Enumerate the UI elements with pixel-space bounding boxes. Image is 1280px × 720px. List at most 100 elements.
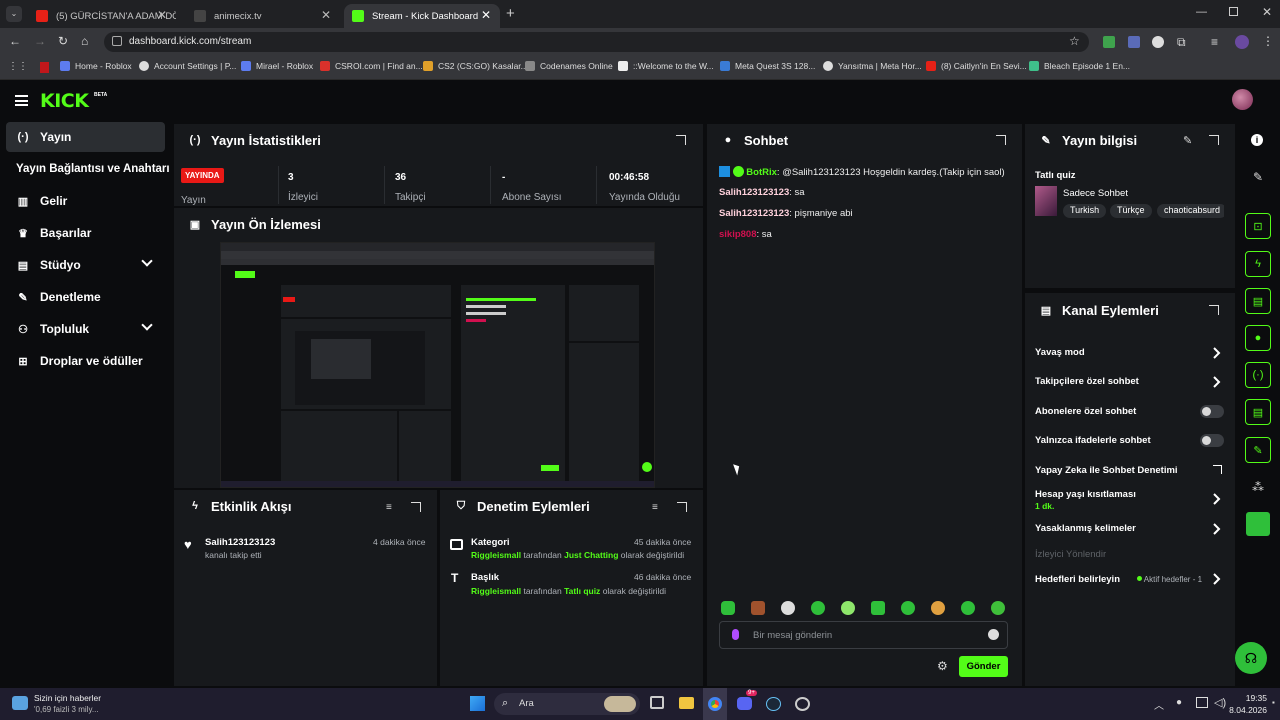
- emote-button[interactable]: [901, 601, 915, 615]
- chevron-right-icon[interactable]: [1213, 573, 1221, 585]
- chevron-right-icon[interactable]: [1213, 347, 1221, 359]
- browser-tab-kick[interactable]: Stream - Kick Dashboard ✕: [344, 4, 500, 28]
- rail-button-add-widget[interactable]: [1246, 512, 1270, 536]
- chevron-right-icon[interactable]: [1213, 376, 1221, 388]
- roblox-icon[interactable]: [40, 62, 49, 73]
- stream-tag[interactable]: Turkish: [1063, 204, 1107, 218]
- tray-chevron-icon[interactable]: ︿: [1154, 697, 1164, 712]
- profile-avatar[interactable]: [1235, 35, 1249, 49]
- popout-icon[interactable]: [676, 135, 686, 145]
- close-tab-icon[interactable]: ✕: [157, 8, 167, 22]
- new-tab-button[interactable]: +: [506, 5, 515, 22]
- close-window-button[interactable]: ✕: [1262, 5, 1272, 19]
- edit-icon[interactable]: ✎: [1183, 134, 1192, 147]
- rail-button-shield[interactable]: ▤: [1245, 288, 1271, 314]
- sidebar-item-yayin[interactable]: (·) Yayın: [6, 122, 165, 152]
- action-account-age[interactable]: Hesap yaşı kısıtlaması: [1035, 489, 1225, 500]
- popout-icon[interactable]: [411, 502, 421, 512]
- chat-input[interactable]: Bir mesaj gönderin: [719, 621, 1008, 649]
- action-slow-mode[interactable]: Yavaş mod: [1035, 347, 1225, 358]
- extension-icon-2[interactable]: [1128, 36, 1140, 48]
- start-button[interactable]: [470, 696, 485, 711]
- weather-icon[interactable]: [12, 696, 28, 710]
- stream-tag[interactable]: Türkçe: [1110, 204, 1152, 218]
- browser-menu-icon[interactable]: ⋮: [1262, 34, 1274, 48]
- file-explorer-icon[interactable]: [679, 697, 694, 709]
- share-icon[interactable]: ⁂: [1251, 480, 1265, 494]
- reading-list-icon[interactable]: ≡: [1211, 35, 1218, 49]
- back-icon[interactable]: ←: [9, 34, 21, 48]
- emote-button[interactable]: [751, 601, 765, 615]
- bookmark-item[interactable]: CSROI.com | Find an...: [320, 61, 423, 71]
- close-tab-icon[interactable]: ✕: [321, 8, 331, 22]
- steam-icon[interactable]: [766, 697, 781, 711]
- home-icon[interactable]: ⌂: [81, 34, 88, 48]
- bookmark-item[interactable]: (8) Caitlyn'in En Sevi...: [926, 61, 1027, 71]
- discord-icon[interactable]: [737, 697, 752, 710]
- bookmark-item[interactable]: CS2 (CS:GO) Kasalar...: [423, 61, 528, 71]
- extensions-icon[interactable]: ⧉: [1177, 35, 1186, 50]
- action-banned-words[interactable]: Yasaklanmış kelimeler: [1035, 523, 1225, 534]
- rail-button-broadcast[interactable]: (·): [1245, 362, 1271, 388]
- stream-preview-video[interactable]: [220, 242, 655, 488]
- bookmark-star-icon[interactable]: ☆: [1069, 34, 1080, 48]
- filter-icon[interactable]: ≡: [652, 502, 658, 513]
- close-tab-icon[interactable]: ✕: [481, 8, 491, 22]
- sidebar-item-studyo[interactable]: ▤ Stüdyo: [6, 250, 165, 280]
- bookmark-item[interactable]: Home - Roblox: [60, 61, 132, 71]
- info-icon[interactable]: i: [1251, 134, 1263, 146]
- tab-search-button[interactable]: ⌄: [6, 6, 22, 22]
- send-button[interactable]: Gönder: [959, 656, 1008, 677]
- emote-button[interactable]: [961, 601, 975, 615]
- bookmark-item[interactable]: Yansıtma | Meta Hor...: [823, 61, 922, 71]
- minimize-button[interactable]: —: [1196, 6, 1207, 18]
- taskbar-search[interactable]: ⌕ Ara: [494, 693, 640, 715]
- subscribers-only-toggle[interactable]: [1200, 405, 1224, 418]
- bookmark-item[interactable]: Meta Quest 3S 128...: [720, 61, 815, 71]
- microphone-tray-icon[interactable]: ●: [1176, 697, 1182, 708]
- chat-username[interactable]: Salih123123123: [719, 208, 789, 219]
- emoji-icon[interactable]: [988, 629, 999, 640]
- notification-icon[interactable]: ▪: [1272, 698, 1275, 707]
- extension-icon-3[interactable]: [1152, 36, 1164, 48]
- popout-icon[interactable]: [677, 502, 687, 512]
- sidebar-item-basarilar[interactable]: ♛ Başarılar: [6, 218, 165, 248]
- emote-only-toggle[interactable]: [1200, 434, 1224, 447]
- extension-icon-1[interactable]: [1103, 36, 1115, 48]
- chat-username[interactable]: Salih123123123: [719, 187, 789, 198]
- action-followers-only[interactable]: Takipçilere özel sohbet: [1035, 376, 1225, 387]
- rail-button-channel[interactable]: ▤: [1245, 399, 1271, 425]
- news-title[interactable]: Sizin için haberler: [34, 693, 101, 703]
- popout-icon[interactable]: [1209, 305, 1219, 315]
- chevron-right-icon[interactable]: [1213, 493, 1221, 505]
- sidebar-item-stream-key[interactable]: Yayın Bağlantısı ve Anahtarı: [16, 154, 172, 184]
- external-link-icon[interactable]: [1213, 465, 1222, 474]
- clock-time[interactable]: 19:35: [1219, 693, 1267, 703]
- popout-icon[interactable]: [1209, 135, 1219, 145]
- chevron-right-icon[interactable]: [1213, 523, 1221, 535]
- filter-icon[interactable]: ≡: [386, 502, 392, 513]
- address-bar[interactable]: dashboard.kick.com/stream ☆: [104, 32, 1089, 52]
- sidebar-item-topluluk[interactable]: ⚇ Topluluk: [6, 314, 165, 344]
- hamburger-menu-icon[interactable]: [15, 95, 28, 106]
- forward-icon[interactable]: →: [34, 34, 46, 48]
- maximize-button[interactable]: [1229, 7, 1238, 16]
- clock-date[interactable]: 8.04.2026: [1219, 705, 1267, 715]
- edit-icon[interactable]: ✎: [1251, 170, 1265, 184]
- user-avatar[interactable]: [1232, 89, 1253, 110]
- emote-button[interactable]: [841, 601, 855, 615]
- chat-username[interactable]: BotRix: [746, 167, 777, 178]
- rail-button-wrench[interactable]: ✎: [1245, 437, 1271, 463]
- emote-button[interactable]: [871, 601, 885, 615]
- emote-button[interactable]: [721, 601, 735, 615]
- sidebar-item-denetleme[interactable]: ✎ Denetleme: [6, 282, 165, 312]
- app-icon[interactable]: [795, 697, 810, 711]
- bookmark-item[interactable]: Mirael - Roblox: [241, 61, 313, 71]
- browser-tab-animecix[interactable]: animecix.tv ✕: [186, 4, 340, 28]
- reload-icon[interactable]: ↻: [58, 34, 68, 48]
- rail-button-camera[interactable]: ⊡: [1245, 213, 1271, 239]
- stream-tag[interactable]: chaoticabsurd: [1157, 204, 1224, 218]
- bookmark-item[interactable]: Codenames Online: [525, 61, 613, 71]
- site-info-icon[interactable]: [112, 36, 122, 46]
- browser-tab-youtube[interactable]: (5) GÜRCİSTAN'A ADAM DÖVM ✕: [28, 4, 176, 28]
